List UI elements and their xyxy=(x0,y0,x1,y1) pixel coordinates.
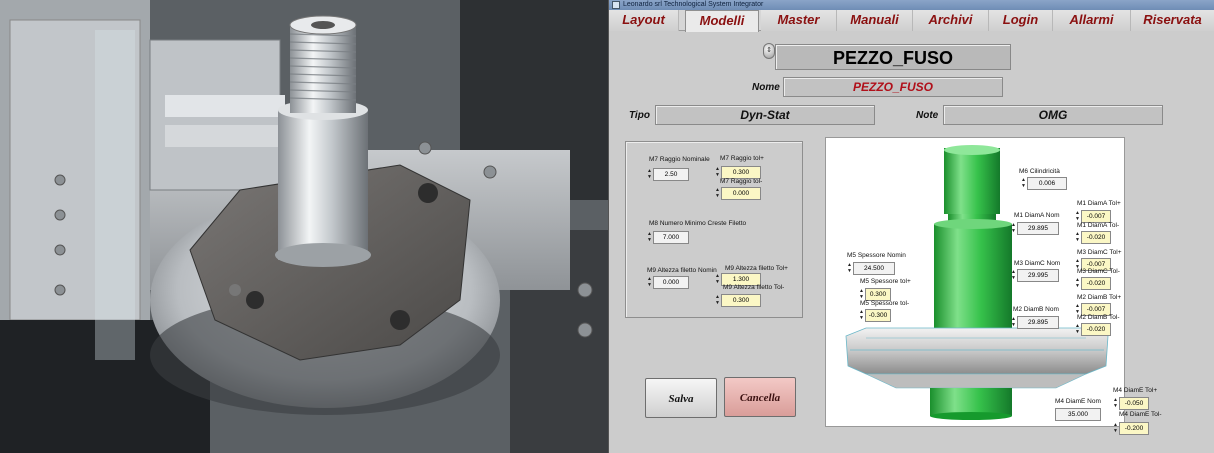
tab-modelli[interactable]: Modelli xyxy=(685,10,759,32)
m9-altezza-tol-minus-label: M9 Altezza filetto Tol- xyxy=(723,284,785,291)
note-label: Note xyxy=(916,110,939,121)
m2-diamb-tol-plus-label: M2 DiamB Tol+ xyxy=(1077,294,1122,301)
spin-arrows-icon[interactable]: ▲ ▼ xyxy=(647,276,652,289)
m4-diame-tol-plus-input[interactable]: -0.050 xyxy=(1119,397,1149,410)
m4-diame-nom-input[interactable]: 35.000 xyxy=(1055,408,1101,421)
m1-diama-nom-label: M1 DiamA Nom xyxy=(1014,212,1060,219)
tipo-label: Tipo xyxy=(629,110,650,121)
m2-diamb-tol-minus-label: M2 DiamB Tol- xyxy=(1077,314,1120,321)
spin-arrows-icon[interactable]: ▲ ▼ xyxy=(1075,323,1080,336)
m3-diamc-nom-label: M3 DiamC Nom xyxy=(1014,260,1061,267)
m3-diamc-tol-minus-label: M3 DiamC Tol- xyxy=(1077,268,1120,275)
m3-diamc-tol-plus-label: M3 DiamC Tol+ xyxy=(1077,249,1122,256)
spin-arrows-icon[interactable]: ▲ ▼ xyxy=(1021,177,1026,190)
tab-layout[interactable]: Layout xyxy=(609,10,679,31)
m9-altezza-tol-minus-input[interactable]: 0.300 xyxy=(721,294,761,307)
m2-diamb-nom-label: M2 DiamB Nom xyxy=(1013,306,1059,313)
machine-photo-illustration xyxy=(0,0,608,453)
m5-spessore-tol-minus-input[interactable]: -0.300 xyxy=(865,309,891,322)
m2-diamb-nom-input[interactable]: 29.895 xyxy=(1017,316,1059,329)
spin-arrows-icon[interactable]: ▲ ▼ xyxy=(1075,231,1080,244)
tab-archivi[interactable]: Archivi xyxy=(913,10,989,31)
m5-spessore-tol-plus-label: M5 Spessore tol+ xyxy=(860,278,911,285)
spin-arrows-icon[interactable]: ▲ ▼ xyxy=(1113,422,1118,435)
m8-numero-minimo-label: M8 Numero Minimo Creste Filetto xyxy=(649,220,747,227)
m6-cilindricita-label: M6 Cilindricità xyxy=(1019,168,1060,175)
spin-arrows-icon[interactable]: ▲ ▼ xyxy=(715,294,720,307)
spin-arrows-icon[interactable]: ▲ ▼ xyxy=(1075,277,1080,290)
m4-diame-nom-label: M4 DiamE Nom xyxy=(1055,398,1101,405)
spin-arrows-icon[interactable]: ▲ ▼ xyxy=(1011,269,1016,282)
app-icon xyxy=(612,1,620,9)
window-title: Leonardo srl Technological System Integr… xyxy=(623,1,764,8)
m4-diame-tol-minus-label: M4 DiamE Tol- xyxy=(1119,411,1162,418)
spin-arrows-icon[interactable]: ▲ ▼ xyxy=(647,168,652,181)
m1-diama-tol-minus-input[interactable]: -0.020 xyxy=(1081,231,1111,244)
modelli-panel: ⇕ PEZZO_FUSO Nome PEZZO_FUSO Tipo Dyn-St… xyxy=(609,31,1214,453)
machine-photo xyxy=(0,0,608,453)
m7-raggio-nominale-label: M7 Raggio Nominale xyxy=(649,156,710,163)
m1-diama-nom-input[interactable]: 29.895 xyxy=(1017,222,1059,235)
nome-label: Nome xyxy=(752,82,780,93)
m4-diame-tol-minus-input[interactable]: -0.200 xyxy=(1119,422,1149,435)
m3-diamc-nom-input[interactable]: 29.995 xyxy=(1017,269,1059,282)
m5-spessore-tol-minus-label: M5 Spessore tol- xyxy=(860,300,910,307)
m3-diamc-tol-minus-input[interactable]: -0.020 xyxy=(1081,277,1111,290)
m5-spessore-nom-input[interactable]: 24.500 xyxy=(853,262,895,275)
m8-numero-minimo-input[interactable]: 7.000 xyxy=(653,231,689,244)
spin-arrows-icon[interactable]: ▲ ▼ xyxy=(847,262,852,275)
m7-raggio-tol-plus-label: M7 Raggio tol+ xyxy=(720,155,764,162)
spin-arrows-icon[interactable]: ▲ ▼ xyxy=(1113,397,1118,410)
tab-allarmi[interactable]: Allarmi xyxy=(1053,10,1131,31)
m7-raggio-nominale-input[interactable]: 2.50 xyxy=(653,168,689,181)
spin-arrows-icon[interactable]: ▲ ▼ xyxy=(859,309,864,322)
tab-manuali[interactable]: Manuali xyxy=(837,10,913,31)
tab-login[interactable]: Login xyxy=(989,10,1053,31)
cancella-button[interactable]: Cancella xyxy=(724,377,796,417)
m7-raggio-tol-minus-input[interactable]: 0.000 xyxy=(721,187,761,200)
app-window: Leonardo srl Technological System Integr… xyxy=(608,0,1214,453)
note-field[interactable]: OMG xyxy=(943,105,1163,125)
tipo-field[interactable]: Dyn-Stat xyxy=(655,105,875,125)
spin-arrows-icon[interactable]: ▲ ▼ xyxy=(715,273,720,286)
m9-altezza-tol-plus-label: M9 Altezza filetto Tol+ xyxy=(725,265,788,272)
tab-bar: Layout Modelli Master Manuali Archivi Lo… xyxy=(609,10,1214,32)
spin-arrows-icon[interactable]: ▲ ▼ xyxy=(715,187,720,200)
m9-altezza-nominale-input[interactable]: 0.000 xyxy=(653,276,689,289)
model-title: PEZZO_FUSO xyxy=(775,44,1011,70)
m2-diamb-tol-minus-input[interactable]: -0.020 xyxy=(1081,323,1111,336)
m7-raggio-tol-minus-label: M7 Raggio tol- xyxy=(720,178,763,185)
tab-riservata[interactable]: Riservata xyxy=(1131,10,1214,31)
nome-field[interactable]: PEZZO_FUSO xyxy=(783,77,1003,97)
m1-diama-tol-minus-label: M1 DiamA Tol- xyxy=(1077,222,1120,229)
m9-altezza-nominale-label: M9 Altezza filetto Nomin xyxy=(647,267,717,274)
screen: Leonardo srl Technological System Integr… xyxy=(0,0,1214,453)
spin-arrows-icon[interactable]: ▲ ▼ xyxy=(1011,316,1016,329)
model-selector-ring[interactable]: ⇕ xyxy=(763,43,775,59)
m5-spessore-nom-label: M5 Spessore Nomin xyxy=(847,252,906,259)
tab-master[interactable]: Master xyxy=(761,10,837,31)
m4-diame-tol-plus-label: M4 DiamE Tol+ xyxy=(1113,387,1158,394)
spin-arrows-icon[interactable]: ▲ ▼ xyxy=(647,231,652,244)
m6-cilindricita-input[interactable]: 0.006 xyxy=(1027,177,1067,190)
spin-arrows-icon[interactable]: ▲ ▼ xyxy=(1011,222,1016,235)
window-titlebar: Leonardo srl Technological System Integr… xyxy=(609,0,1214,10)
m1-diama-tol-plus-label: M1 DiamA Tol+ xyxy=(1077,200,1121,207)
salva-button[interactable]: Salva xyxy=(645,378,717,418)
